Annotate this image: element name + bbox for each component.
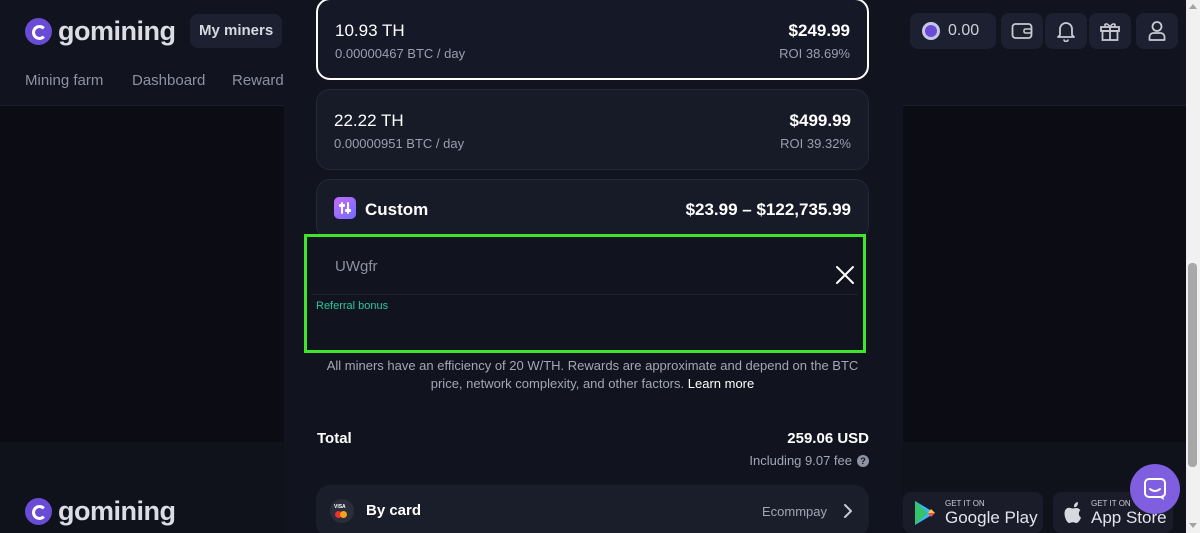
- fee-info: Including 9.07 fee ?: [749, 453, 869, 468]
- apple-icon: [1064, 501, 1081, 523]
- bell-icon: [1057, 22, 1075, 42]
- help-icon[interactable]: ?: [857, 454, 869, 467]
- google-play-icon: [915, 500, 935, 525]
- user-icon: [1148, 21, 1166, 41]
- google-play-small: GET IT ON: [945, 498, 985, 508]
- gift-icon: [1100, 23, 1120, 41]
- clear-promo-button[interactable]: [835, 265, 855, 285]
- scroll-up-arrow[interactable]: [1189, 4, 1197, 9]
- my-miners-button[interactable]: My miners: [190, 14, 283, 48]
- learn-more-link[interactable]: Learn more: [688, 376, 754, 391]
- total-label: Total: [317, 430, 352, 447]
- logo-icon: [25, 498, 52, 525]
- promo-code-input[interactable]: [335, 258, 815, 275]
- footer-logo[interactable]: gomining: [25, 496, 176, 527]
- plan-option-22-22-th[interactable]: 22.22 TH 0.00000951 BTC / day $499.99 RO…: [316, 89, 869, 170]
- gmt-coin-icon: [922, 22, 940, 40]
- plan-roi: ROI 38.69%: [779, 46, 850, 61]
- google-play-button[interactable]: GET IT ON Google Play: [903, 492, 1043, 533]
- scrollbar-thumb[interactable]: [1188, 263, 1197, 467]
- plan-btc-rate: 0.00000467 BTC / day: [335, 46, 466, 61]
- referral-bonus-label: Referral bonus: [316, 300, 389, 312]
- gomining-logo[interactable]: gomining: [25, 16, 176, 47]
- plan-price: $249.99: [788, 21, 850, 40]
- sliders-icon: [334, 197, 356, 219]
- plan-btc-rate: 0.00000951 BTC / day: [334, 136, 465, 151]
- gift-button[interactable]: [1089, 13, 1131, 49]
- footer-logo-text: gomining: [58, 496, 176, 526]
- efficiency-note: All miners have an efficiency of 20 W/TH…: [314, 357, 871, 393]
- plan-option-10-93-th[interactable]: 10.93 TH 0.00000467 BTC / day $249.99 RO…: [316, 0, 869, 80]
- chevron-right-icon: [844, 504, 852, 518]
- plan-roi: ROI 39.32%: [780, 136, 851, 151]
- promo-code-section: Referral bonus: [304, 234, 866, 353]
- nav-mining-farm[interactable]: Mining farm: [25, 72, 103, 89]
- visa-mastercard-icon: VISA: [330, 499, 354, 523]
- logo-text: gomining: [58, 16, 176, 46]
- total-value: 259.06 USD: [787, 430, 869, 447]
- efficiency-note-text: All miners have an efficiency of 20 W/TH…: [326, 358, 859, 391]
- scroll-down-arrow[interactable]: [1189, 523, 1197, 528]
- close-icon: [836, 266, 854, 284]
- card-badge: VISA: [334, 504, 346, 510]
- payment-method-card[interactable]: VISA By card Ecommpay: [316, 485, 869, 533]
- nav-dashboard[interactable]: Dashboard: [132, 72, 205, 89]
- plan-hashrate: 22.22 TH: [334, 111, 404, 130]
- buy-miner-modal: 10.93 TH 0.00000467 BTC / day $249.99 RO…: [284, 0, 903, 533]
- payment-method-label: By card: [366, 502, 422, 519]
- custom-label: Custom: [365, 200, 429, 219]
- payment-provider: Ecommpay: [761, 504, 827, 519]
- balance-value: 0.00: [948, 22, 980, 39]
- chat-icon: [1144, 478, 1166, 500]
- wallet-button[interactable]: [1001, 13, 1043, 49]
- profile-button[interactable]: [1136, 13, 1178, 49]
- plan-hashrate: 10.93 TH: [335, 21, 405, 40]
- plan-price: $499.99: [789, 111, 851, 130]
- google-play-label: Google Play: [945, 507, 1038, 527]
- fee-text: Including 9.07 fee: [749, 453, 852, 468]
- plan-option-custom[interactable]: Custom $23.99 – $122,735.99: [316, 179, 869, 239]
- support-chat-button[interactable]: [1130, 464, 1180, 514]
- nav-reward[interactable]: Reward: [232, 72, 284, 89]
- custom-price-range: $23.99 – $122,735.99: [685, 200, 851, 219]
- notifications-button[interactable]: [1045, 13, 1087, 49]
- logo-icon: [25, 18, 52, 45]
- balance-button[interactable]: 0.00: [910, 13, 996, 49]
- wallet-icon: [1011, 23, 1033, 39]
- promo-code-field: [312, 241, 858, 295]
